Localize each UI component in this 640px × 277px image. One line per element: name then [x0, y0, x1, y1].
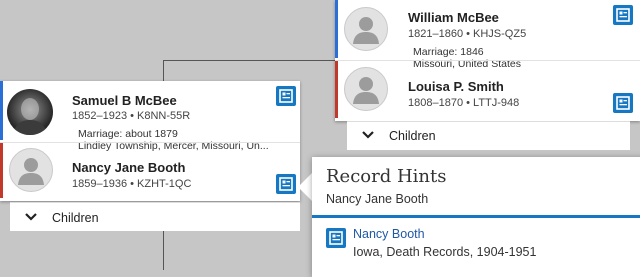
husband-record-hint-button[interactable] — [276, 86, 296, 106]
marriage-date: Marriage: about 1879 — [78, 128, 178, 140]
husband-vitals: 1852–1923 • K8NN-55R — [72, 110, 191, 122]
record-hint-icon — [616, 8, 630, 22]
mother-record-hint-button[interactable] — [613, 93, 633, 113]
wife-vitals: 1859–1936 • KZHT-1QC — [72, 178, 192, 190]
mother-vitals: 1808–1870 • LTTJ-948 — [408, 97, 520, 109]
record-hint-icon — [616, 96, 630, 110]
popup-title: Record Hints — [326, 166, 447, 187]
children-label: Children — [389, 129, 436, 143]
wife-person[interactable]: Nancy Jane Booth 1859–1936 • KZHT-1QC — [0, 143, 300, 198]
wife-name[interactable]: Nancy Jane Booth — [72, 160, 185, 175]
avatar — [344, 7, 388, 51]
father-name[interactable]: William McBee — [408, 10, 499, 25]
parents-children-toggle[interactable]: Children — [347, 121, 630, 150]
husband-name[interactable]: Samuel B McBee — [72, 93, 177, 108]
person-photo — [7, 89, 53, 135]
popup-separator — [312, 215, 640, 218]
couple-card: Samuel B McBee 1852–1923 • K8NN-55R Marr… — [0, 81, 300, 201]
popup-arrow — [298, 172, 313, 202]
person-silhouette-icon — [353, 77, 379, 104]
chevron-down-icon — [361, 128, 375, 145]
mother-name[interactable]: Louisa P. Smith — [408, 79, 504, 94]
person-silhouette-icon — [353, 17, 379, 44]
parents-couple-card: William McBee 1821–1860 • KHJS-QZ5 Marri… — [335, 0, 640, 121]
mother-person[interactable]: Louisa P. Smith 1808–1870 • LTTJ-948 — [335, 61, 640, 118]
wife-record-hint-button[interactable] — [276, 174, 296, 194]
marriage-date: Marriage: 1846 — [413, 46, 484, 58]
record-hints-popup: Record Hints Nancy Jane Booth Nancy Boot… — [312, 157, 640, 277]
record-hint-icon — [329, 231, 343, 245]
children-label: Children — [52, 211, 99, 225]
record-hint-item-icon — [326, 228, 346, 248]
person-silhouette-icon — [18, 158, 44, 185]
popup-person-name: Nancy Jane Booth — [326, 192, 429, 206]
record-hint-icon — [279, 177, 293, 191]
father-vitals: 1821–1860 • KHJS-QZ5 — [408, 28, 527, 40]
connector-line — [163, 230, 164, 270]
chevron-down-icon — [24, 210, 38, 227]
father-record-hint-button[interactable] — [613, 5, 633, 25]
couple-children-toggle[interactable]: Children — [10, 202, 300, 231]
avatar — [9, 148, 53, 192]
avatar — [344, 67, 388, 111]
connector-line — [163, 60, 164, 82]
record-hint-description: Iowa, Death Records, 1904-1951 — [353, 245, 537, 259]
record-hint-icon — [279, 89, 293, 103]
record-hint-link[interactable]: Nancy Booth — [353, 227, 425, 241]
connector-line — [163, 60, 335, 61]
